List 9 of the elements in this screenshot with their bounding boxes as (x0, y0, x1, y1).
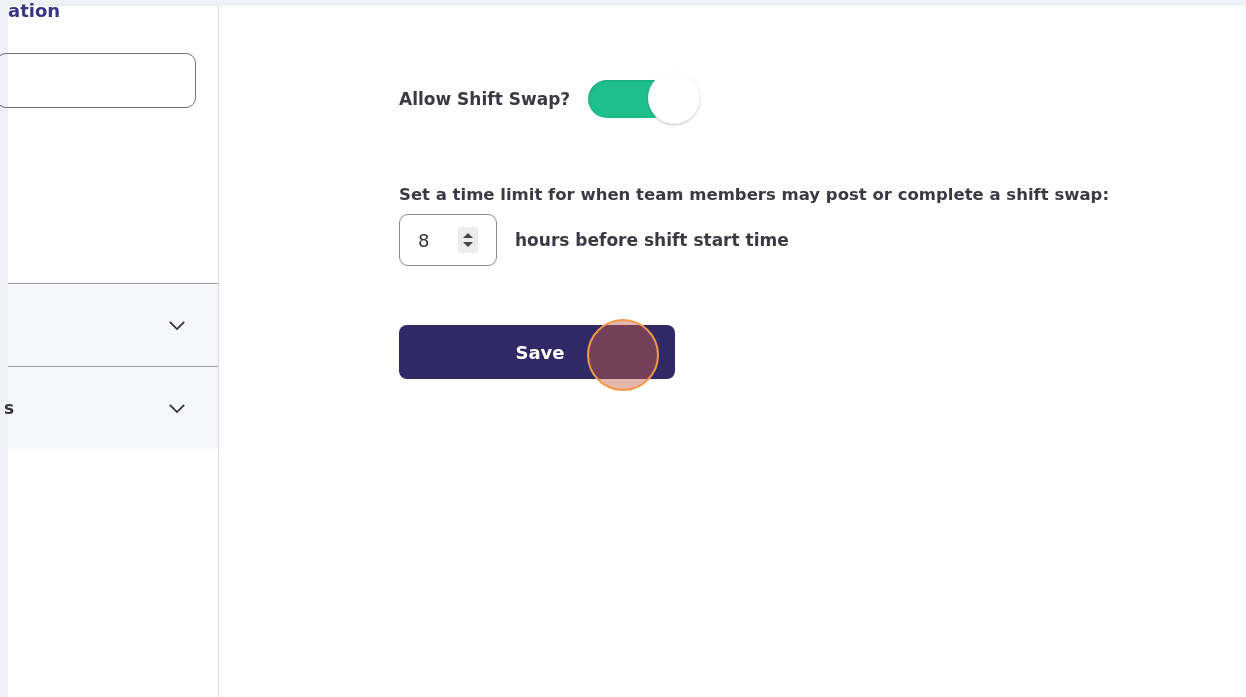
chevron-icon (168, 319, 186, 331)
chevron-icon (168, 402, 186, 414)
toggle-label: Allow Shift Swap? (399, 89, 571, 109)
instruction-text: Set a time limit for when team members may post or complete a shift swap: (399, 185, 1110, 204)
section-heading: ation (8, 0, 62, 22)
number-field[interactable]: 8 (399, 214, 497, 266)
save-button[interactable]: Save (399, 325, 675, 379)
field-suffix-text: hours before shift start time (515, 230, 789, 250)
spinner-icon[interactable] (458, 227, 478, 253)
